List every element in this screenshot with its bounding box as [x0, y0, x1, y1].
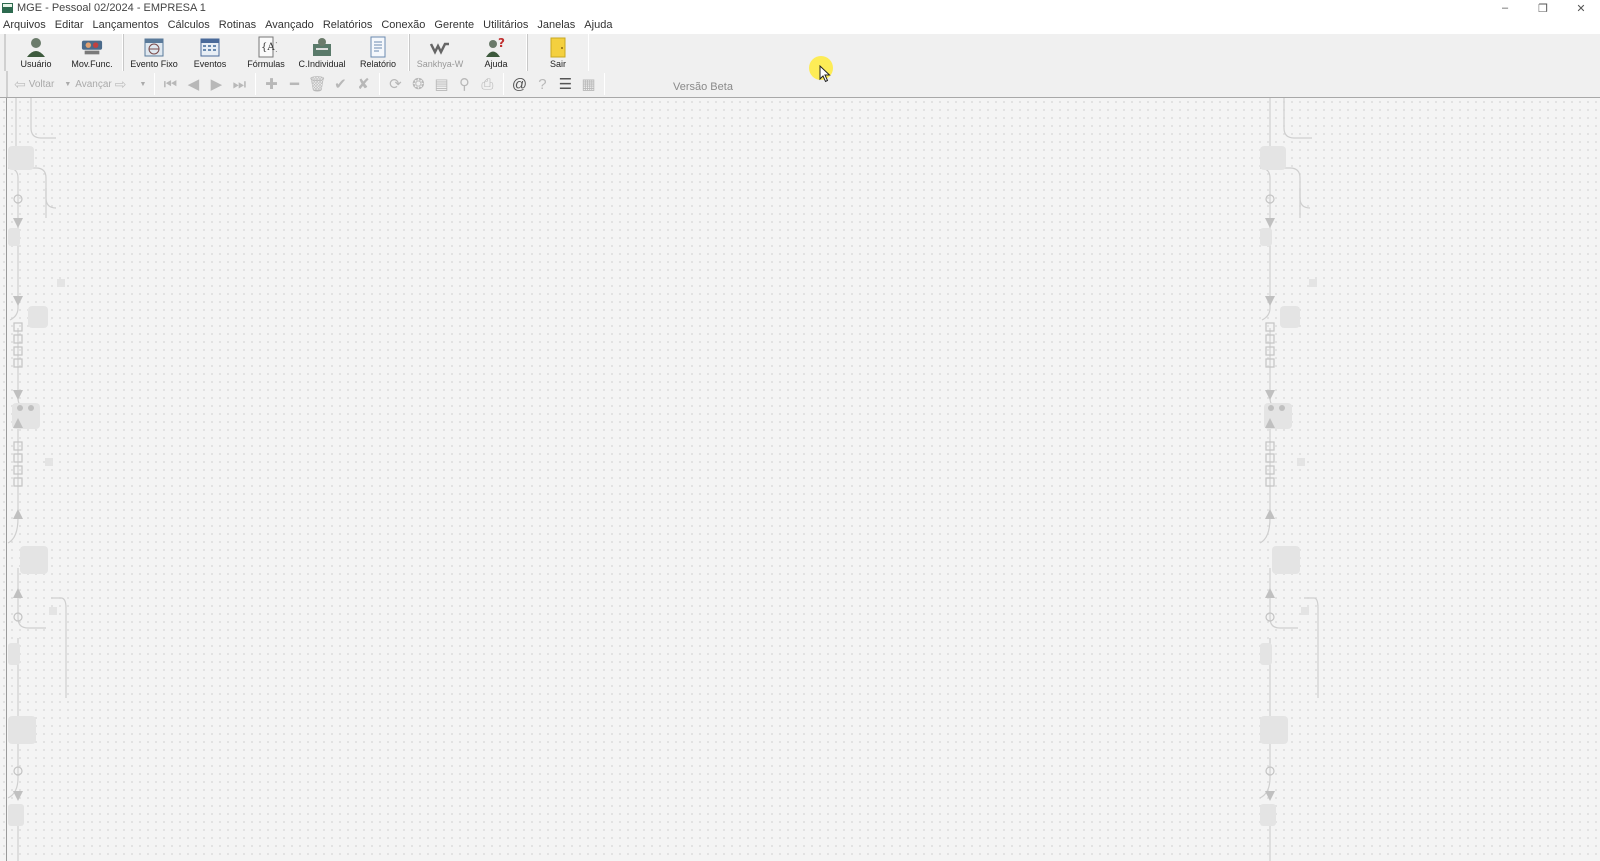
- next-record-icon[interactable]: ▶: [205, 73, 227, 95]
- arrow-right-icon: ⇨: [114, 75, 127, 92]
- menu-calculos[interactable]: Cálculos: [164, 16, 215, 34]
- beta-label: Versão Beta: [673, 81, 733, 93]
- window-title: MGE - Pessoal 02/2024 - EMPRESA 1: [17, 2, 206, 14]
- toolbar-group-help: Sankhya-W ? Ajuda: [409, 34, 527, 71]
- formulas-button[interactable]: {A} Fórmulas: [238, 34, 294, 71]
- text-format-icon[interactable]: ☰: [554, 73, 576, 95]
- report-icon: [367, 36, 389, 58]
- svg-text:?: ?: [498, 36, 505, 50]
- menu-conexao[interactable]: Conexão: [377, 16, 430, 34]
- cancel-icon[interactable]: ✘: [352, 73, 374, 95]
- c-individual-button[interactable]: C.Individual: [294, 34, 350, 71]
- nav-toolbar: ⇦ Voltar ▼ Avançar ⇨ ▼ ⏮ ◀ ▶ ⏭ ✚ ━ 🗑 ✔ ✘…: [0, 71, 1600, 98]
- separator: [154, 73, 156, 95]
- nav-wrap: ⇦ Voltar ▼ Avançar ⇨ ▼ ⏮ ◀ ▶ ⏭ ✚ ━ 🗑 ✔ ✘…: [6, 71, 609, 97]
- evento-fixo-button[interactable]: Evento Fixo: [126, 34, 182, 71]
- eventos-button[interactable]: Eventos: [182, 34, 238, 71]
- mov-func-button[interactable]: Mov.Func.: [64, 34, 120, 71]
- restore-button[interactable]: ❐: [1524, 0, 1562, 16]
- arrow-left-icon: ⇦: [14, 75, 26, 92]
- menu-editar[interactable]: Editar: [51, 16, 89, 34]
- separator: [604, 73, 606, 95]
- window-controls: – ❐ ✕: [1486, 0, 1600, 16]
- question-icon[interactable]: ?: [531, 73, 553, 95]
- email-icon[interactable]: @: [508, 73, 530, 95]
- menu-gerente[interactable]: Gerente: [430, 16, 479, 34]
- sankhya-logo-icon: [429, 36, 451, 58]
- exit-door-icon: [547, 36, 569, 58]
- menu-utilitarios[interactable]: Utilitários: [479, 16, 533, 34]
- voltar-button[interactable]: ⇦ Voltar: [14, 76, 54, 93]
- search-icon[interactable]: ⚲: [453, 73, 475, 95]
- title-bar: MGE - Pessoal 02/2024 - EMPRESA 1 – ❐ ✕: [0, 0, 1600, 16]
- sankhya-w-button[interactable]: Sankhya-W: [412, 34, 468, 71]
- menu-avancado[interactable]: Avançado: [261, 16, 319, 34]
- sair-button[interactable]: Sair: [530, 34, 586, 71]
- menu-bar: Arquivos Editar Lançamentos Cálculos Rot…: [0, 16, 1600, 34]
- separator: [503, 73, 505, 95]
- user-card-icon: [311, 36, 333, 58]
- toolbar-group-exit: Sair: [527, 34, 589, 71]
- mouse-cursor-icon: [819, 65, 831, 83]
- avancar-dropdown-icon[interactable]: ▼: [140, 81, 147, 88]
- menu-rotinas[interactable]: Rotinas: [215, 16, 261, 34]
- menu-ajuda[interactable]: Ajuda: [580, 16, 617, 34]
- app-icon: [2, 3, 13, 13]
- toolbar-group-events: Evento Fixo Eventos {A} Fórmulas C.Indiv…: [123, 34, 409, 71]
- confirm-icon[interactable]: ✔: [329, 73, 351, 95]
- menu-lancamentos[interactable]: Lançamentos: [89, 16, 164, 34]
- svg-text:{A}: {A}: [261, 42, 277, 53]
- ajuda-button[interactable]: ? Ajuda: [468, 34, 524, 71]
- add-icon[interactable]: ✚: [260, 73, 282, 95]
- refresh-icon[interactable]: ⟳: [384, 73, 406, 95]
- usuario-button[interactable]: Usuário: [8, 34, 64, 71]
- calendar-globe-icon: [143, 36, 165, 58]
- avancar-button[interactable]: Avançar ⇨: [75, 76, 129, 93]
- menu-relatorios[interactable]: Relatórios: [319, 16, 378, 34]
- delete-icon[interactable]: 🗑: [306, 73, 328, 95]
- calendar-icon: [199, 36, 221, 58]
- separator: [255, 73, 257, 95]
- chart-icon[interactable]: ▦: [577, 73, 599, 95]
- first-record-icon[interactable]: ⏮: [159, 73, 181, 95]
- user-icon: [25, 36, 47, 58]
- info-icon[interactable]: ❂: [407, 73, 429, 95]
- grid-icon[interactable]: ▤: [430, 73, 452, 95]
- separator: [379, 73, 381, 95]
- minimize-button[interactable]: –: [1486, 0, 1524, 16]
- help-person-icon: ?: [485, 36, 507, 58]
- menu-janelas[interactable]: Janelas: [533, 16, 580, 34]
- formula-icon: {A}: [255, 36, 277, 58]
- print-icon[interactable]: ⎙: [476, 73, 498, 95]
- left-circuit-decoration: [7, 98, 67, 861]
- toolbar-group-user: Usuário Mov.Func.: [4, 34, 123, 71]
- voltar-dropdown-icon[interactable]: ▼: [64, 81, 71, 88]
- last-record-icon[interactable]: ⏭: [228, 73, 250, 95]
- menu-arquivos[interactable]: Arquivos: [0, 16, 51, 34]
- people-transfer-icon: [81, 36, 103, 58]
- main-toolbar: Usuário Mov.Func. Evento Fixo Eventos {A…: [0, 34, 1600, 71]
- prev-record-icon[interactable]: ◀: [182, 73, 204, 95]
- close-button[interactable]: ✕: [1562, 0, 1600, 16]
- right-circuit-decoration: [1259, 98, 1319, 861]
- mdi-workspace: [0, 98, 1600, 861]
- relatorio-button[interactable]: Relatório: [350, 34, 406, 71]
- remove-icon[interactable]: ━: [283, 73, 305, 95]
